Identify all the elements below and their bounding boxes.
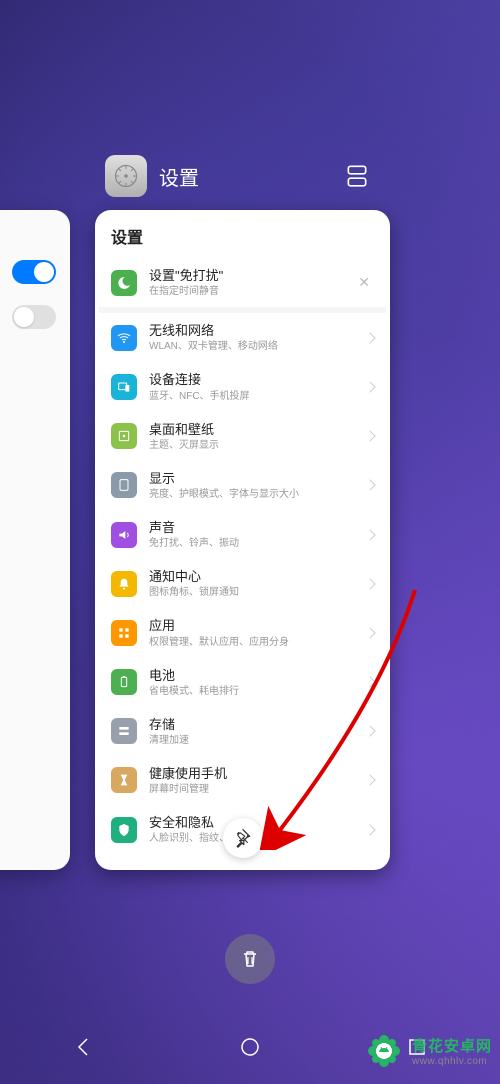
close-icon[interactable]: ✕ bbox=[354, 274, 374, 291]
watermark-url: www.qhhlv.com bbox=[412, 1056, 492, 1067]
recent-app-header: 设置 bbox=[105, 155, 199, 197]
setting-sound[interactable]: 声音免打扰、铃声、振动 bbox=[99, 510, 386, 559]
setting-apps[interactable]: 应用权限管理、默认应用、应用分身 bbox=[99, 608, 386, 657]
shield-icon bbox=[111, 817, 137, 843]
setting-health[interactable]: 健康使用手机屏幕时间管理 bbox=[99, 756, 386, 805]
hourglass-icon bbox=[111, 767, 137, 793]
setting-notification[interactable]: 通知中心图标角标、锁屏通知 bbox=[99, 559, 386, 608]
setting-dnd[interactable]: 设置"免打扰"在指定时间静音 ✕ bbox=[99, 258, 386, 307]
display-icon bbox=[111, 472, 137, 498]
chevron-right-icon bbox=[364, 529, 375, 540]
setting-wireless[interactable]: 无线和网络WLAN、双卡管理、移动网络 bbox=[99, 313, 386, 362]
chevron-right-icon bbox=[364, 824, 375, 835]
app-title: 设置 bbox=[159, 162, 199, 191]
setting-device-conn[interactable]: 设备连接蓝牙、NFC、手机投屏 bbox=[99, 362, 386, 411]
chevron-right-icon bbox=[364, 627, 375, 638]
setting-battery[interactable]: 电池省电模式、耗电排行 bbox=[99, 658, 386, 707]
settings-list: 设置"免打扰"在指定时间静音 ✕ 无线和网络WLAN、双卡管理、移动网络 设备连… bbox=[95, 258, 390, 854]
apps-icon bbox=[111, 620, 137, 646]
sound-icon bbox=[111, 522, 137, 548]
chevron-right-icon bbox=[364, 332, 375, 343]
layout-switch-button[interactable] bbox=[344, 163, 370, 189]
pin-button[interactable] bbox=[223, 818, 263, 858]
settings-app-icon bbox=[105, 155, 147, 197]
chevron-right-icon bbox=[364, 775, 375, 786]
wallpaper-icon bbox=[111, 423, 137, 449]
chevron-right-icon bbox=[364, 430, 375, 441]
chevron-right-icon bbox=[364, 480, 375, 491]
card-title: 设置 bbox=[95, 210, 390, 258]
clear-all-button[interactable] bbox=[225, 934, 275, 984]
chevron-right-icon bbox=[364, 676, 375, 687]
setting-desktop[interactable]: 桌面和壁纸主题、灭屏显示 bbox=[99, 412, 386, 461]
nav-home-button[interactable] bbox=[238, 1035, 262, 1064]
settings-app-card[interactable]: 设置 设置"免打扰"在指定时间静音 ✕ 无线和网络WLAN、双卡管理、移动网络 … bbox=[95, 210, 390, 870]
watermark-name: 青花安卓网 bbox=[412, 1035, 492, 1056]
battery-icon bbox=[111, 669, 137, 695]
setting-display[interactable]: 显示亮度、护眼模式、字体与显示大小 bbox=[99, 461, 386, 510]
storage-icon bbox=[111, 718, 137, 744]
watermark-logo bbox=[361, 1028, 407, 1074]
chevron-right-icon bbox=[364, 578, 375, 589]
bell-icon bbox=[111, 571, 137, 597]
moon-icon bbox=[111, 270, 137, 296]
device-icon bbox=[111, 374, 137, 400]
toggle-switch-off[interactable] bbox=[12, 305, 56, 329]
wifi-icon bbox=[111, 325, 137, 351]
chevron-right-icon bbox=[364, 726, 375, 737]
chevron-right-icon bbox=[364, 381, 375, 392]
nav-back-button[interactable] bbox=[71, 1035, 95, 1064]
setting-storage[interactable]: 存储清理加速 bbox=[99, 707, 386, 756]
previous-app-card[interactable] bbox=[0, 210, 70, 870]
toggle-switch-on[interactable] bbox=[12, 260, 56, 284]
watermark: 青花安卓网 www.qhhlv.com bbox=[361, 1028, 492, 1074]
